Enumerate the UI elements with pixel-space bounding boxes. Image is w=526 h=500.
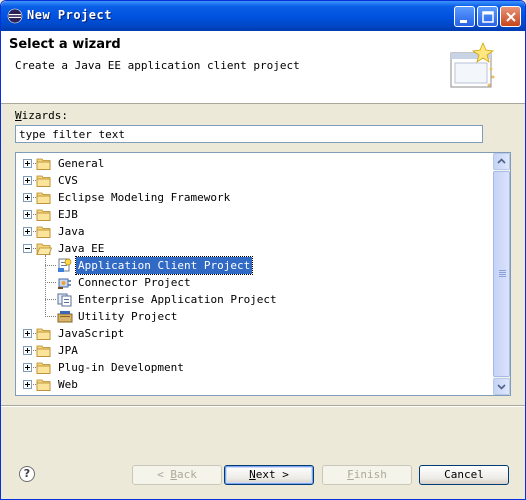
collapse-toggle-icon[interactable] bbox=[23, 244, 32, 253]
tree-category-item[interactable]: JPA bbox=[16, 342, 492, 359]
folder-icon bbox=[36, 377, 52, 392]
tree-item-label: Java bbox=[58, 225, 85, 238]
minimize-button[interactable] bbox=[454, 6, 475, 27]
folder-icon bbox=[36, 360, 52, 375]
tree-connector bbox=[45, 282, 56, 283]
expand-toggle-icon[interactable] bbox=[23, 329, 32, 338]
wizards-label: Wizards: bbox=[15, 109, 68, 122]
tree-item-label: CVS bbox=[58, 174, 78, 187]
help-button[interactable]: ? bbox=[19, 466, 35, 482]
help-icon: ? bbox=[23, 467, 31, 480]
maximize-icon bbox=[482, 11, 494, 23]
wizard-tree[interactable]: General CVS Eclipse Modeling Framework EJB J… bbox=[15, 152, 511, 396]
tree-category-item[interactable]: JavaScript bbox=[16, 325, 492, 342]
title-bar[interactable]: New Project bbox=[1, 1, 525, 31]
finish-mnemonic: F bbox=[347, 468, 354, 481]
application-client-project-icon bbox=[57, 258, 73, 273]
tree-category-item[interactable]: General bbox=[16, 155, 492, 172]
folder-icon bbox=[36, 156, 52, 171]
tree-item-label: Connector Project bbox=[78, 276, 191, 289]
tree-category-item[interactable]: Plug-in Development bbox=[16, 359, 492, 376]
tree-connector bbox=[45, 299, 56, 300]
scroll-thumb[interactable] bbox=[493, 171, 510, 377]
eclipse-icon bbox=[7, 8, 23, 24]
maximize-button[interactable] bbox=[477, 6, 498, 27]
back-prefix: < bbox=[157, 468, 171, 481]
tree-category-item[interactable]: Web bbox=[16, 376, 492, 393]
tree-category-item[interactable]: Java EE bbox=[16, 240, 492, 257]
expand-toggle-icon[interactable] bbox=[23, 363, 32, 372]
close-button[interactable] bbox=[500, 6, 521, 27]
tree-category-item[interactable]: EJB bbox=[16, 206, 492, 223]
wizards-label-mnemonic: W bbox=[15, 109, 22, 122]
wizard-banner: Select a wizard Create a Java EE applica… bbox=[1, 31, 525, 104]
folder-icon bbox=[36, 207, 52, 222]
folder-open-icon bbox=[36, 241, 53, 256]
expand-toggle-icon[interactable] bbox=[23, 227, 32, 236]
finish-button[interactable]: Finish bbox=[322, 465, 412, 485]
footer-separator bbox=[1, 405, 525, 407]
cancel-button[interactable]: Cancel bbox=[419, 465, 509, 485]
tree-leaf-item[interactable]: Utility Project bbox=[16, 308, 492, 325]
wizards-label-rest: izards: bbox=[21, 109, 68, 122]
scroll-up-button[interactable] bbox=[493, 153, 510, 170]
tree-item-label: Enterprise Application Project bbox=[78, 293, 277, 306]
expand-toggle-icon[interactable] bbox=[23, 193, 32, 202]
tree-connector bbox=[45, 265, 56, 266]
chevron-up-icon bbox=[497, 158, 506, 164]
new-project-dialog: New Project Select a wizard Create a Jav… bbox=[0, 0, 526, 500]
tree-item-label: General bbox=[58, 157, 105, 170]
tree-item-label: Java EE bbox=[58, 242, 105, 255]
next-button[interactable]: Next > bbox=[224, 465, 314, 485]
tree-item-label: Plug-in Development bbox=[58, 361, 184, 374]
expand-toggle-icon[interactable] bbox=[23, 210, 32, 219]
expand-toggle-icon[interactable] bbox=[23, 380, 32, 389]
scroll-down-button[interactable] bbox=[493, 378, 510, 395]
folder-icon bbox=[36, 224, 52, 239]
minimize-icon bbox=[460, 20, 467, 23]
tree-leaf-item[interactable]: Application Client Project bbox=[16, 256, 492, 275]
expand-toggle-icon[interactable] bbox=[23, 159, 32, 168]
connector-project-icon bbox=[57, 275, 73, 290]
tree-item-label: JavaScript bbox=[58, 327, 125, 340]
tree-connector bbox=[45, 316, 56, 317]
tree-item-label: EJB bbox=[58, 208, 78, 221]
back-rest: ack bbox=[177, 468, 197, 481]
tree-category-item[interactable]: Eclipse Modeling Framework bbox=[16, 189, 492, 206]
tree-item-label: Utility Project bbox=[78, 310, 178, 323]
folder-icon bbox=[36, 173, 52, 188]
folder-icon bbox=[36, 190, 52, 205]
tree-category-item[interactable]: Java bbox=[16, 223, 492, 240]
vertical-scrollbar[interactable] bbox=[493, 153, 510, 395]
back-button[interactable]: < Back bbox=[132, 465, 222, 485]
enterprise-application-project-icon bbox=[57, 292, 73, 307]
tree-leaf-item[interactable]: Enterprise Application Project bbox=[16, 291, 492, 308]
tree-item-label: JPA bbox=[58, 344, 78, 357]
tree-leaf-item[interactable]: Connector Project bbox=[16, 274, 492, 291]
close-icon bbox=[506, 12, 516, 22]
finish-rest: inish bbox=[353, 468, 387, 481]
window-title: New Project bbox=[27, 8, 112, 22]
cancel-label: Cancel bbox=[444, 468, 484, 481]
banner-description: Create a Java EE application client proj… bbox=[15, 59, 300, 72]
tree-item-label: Eclipse Modeling Framework bbox=[58, 191, 231, 204]
wizard-filter-input[interactable] bbox=[15, 125, 483, 143]
folder-icon bbox=[36, 326, 52, 341]
new-wizard-graphic-icon bbox=[450, 41, 495, 88]
tree-category-item[interactable]: CVS bbox=[16, 172, 492, 189]
utility-project-icon bbox=[57, 309, 73, 324]
next-rest: ext > bbox=[255, 468, 289, 481]
tree-item-label: Application Client Project bbox=[74, 256, 254, 275]
expand-toggle-icon[interactable] bbox=[23, 176, 32, 185]
tree-item-label: Web bbox=[58, 378, 78, 391]
expand-toggle-icon[interactable] bbox=[23, 346, 32, 355]
back-mnemonic: B bbox=[170, 468, 177, 481]
banner-title: Select a wizard bbox=[9, 37, 121, 52]
next-mnemonic: N bbox=[249, 468, 256, 481]
chevron-down-icon bbox=[497, 384, 506, 390]
folder-icon bbox=[36, 343, 52, 358]
